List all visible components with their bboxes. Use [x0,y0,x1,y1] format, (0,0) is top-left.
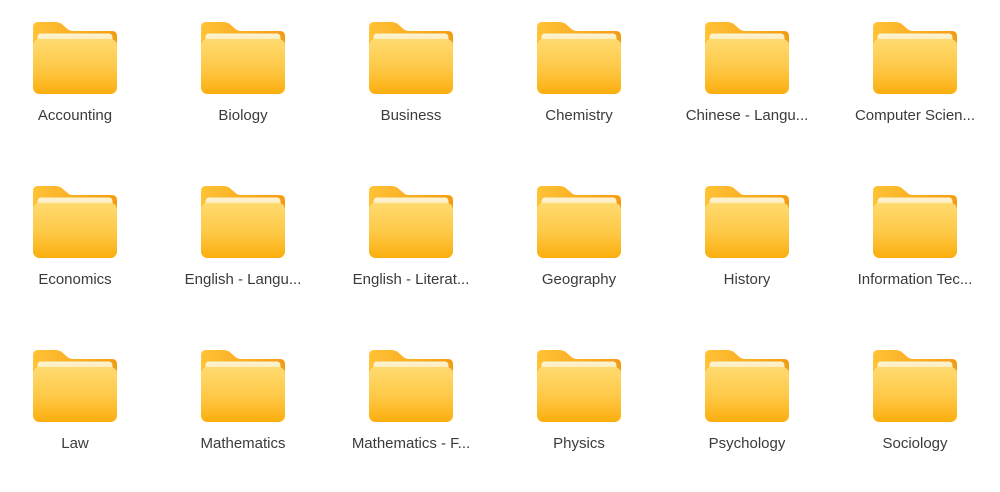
folder-item[interactable]: Mathematics - F... [327,328,495,492]
folder-item[interactable]: Chemistry [495,0,663,164]
folder-front [201,367,285,422]
folder-icon [33,186,117,258]
folder-front [369,39,453,94]
folder-label: Biology [218,107,267,124]
folder-label: Mathematics [200,435,285,452]
folder-label: Chemistry [545,107,613,124]
folder-front [873,203,957,258]
folder-icon [705,22,789,94]
folder-item[interactable]: English - Literat... [327,164,495,328]
folder-label: Mathematics - F... [352,435,470,452]
folder-front [537,367,621,422]
folder-front [369,367,453,422]
folder-icon [873,350,957,422]
folder-front [537,39,621,94]
folder-label: Business [381,107,442,124]
folder-label: History [724,271,771,288]
folder-label: Psychology [709,435,786,452]
folder-label: Computer Scien... [855,107,975,124]
folder-label: Accounting [38,107,112,124]
folder-icon [201,350,285,422]
folder-label: Information Tec... [858,271,973,288]
folder-grid: Accounting Biology Business Chemistry [0,0,999,492]
folder-front [873,39,957,94]
folder-icon [369,22,453,94]
folder-label: Economics [38,271,111,288]
folder-label: English - Literat... [353,271,470,288]
folder-front [369,203,453,258]
folder-item[interactable]: Information Tec... [831,164,999,328]
folder-front [201,39,285,94]
folder-front [201,203,285,258]
folder-item[interactable]: English - Langu... [159,164,327,328]
folder-icon [33,22,117,94]
folder-front [705,39,789,94]
folder-front [705,203,789,258]
folder-icon [33,350,117,422]
folder-item[interactable]: Mathematics [159,328,327,492]
folder-front [537,203,621,258]
folder-icon [537,186,621,258]
folder-front [33,367,117,422]
folder-item[interactable]: Law [0,328,159,492]
folder-icon [705,350,789,422]
folder-label: Geography [542,271,616,288]
folder-item[interactable]: Biology [159,0,327,164]
folder-item[interactable]: Chinese - Langu... [663,0,831,164]
folder-item[interactable]: Economics [0,164,159,328]
folder-label: Chinese - Langu... [686,107,809,124]
folder-label: English - Langu... [185,271,302,288]
folder-label: Sociology [882,435,947,452]
folder-label: Law [61,435,89,452]
folder-front [705,367,789,422]
folder-icon [369,186,453,258]
folder-item[interactable]: Psychology [663,328,831,492]
folder-front [873,367,957,422]
folder-item[interactable]: Business [327,0,495,164]
folder-icon [369,350,453,422]
folder-front [33,203,117,258]
folder-icon [537,22,621,94]
folder-icon [873,186,957,258]
folder-item[interactable]: Geography [495,164,663,328]
folder-label: Physics [553,435,605,452]
folder-front [33,39,117,94]
folder-item[interactable]: Computer Scien... [831,0,999,164]
folder-icon [201,22,285,94]
folder-item[interactable]: History [663,164,831,328]
folder-icon [201,186,285,258]
folder-icon [705,186,789,258]
folder-item[interactable]: Accounting [0,0,159,164]
folder-item[interactable]: Physics [495,328,663,492]
folder-icon [537,350,621,422]
folder-icon [873,22,957,94]
folder-item[interactable]: Sociology [831,328,999,492]
